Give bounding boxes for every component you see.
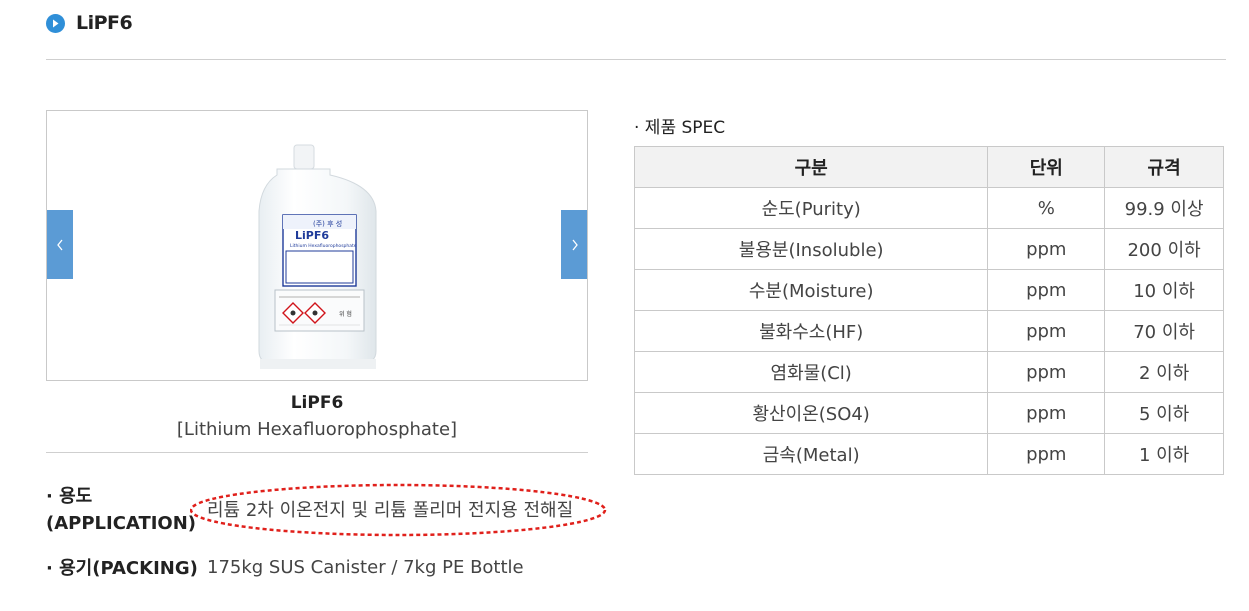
title-divider bbox=[46, 59, 1226, 60]
product-name: LiPF6 bbox=[290, 393, 344, 413]
spec-cell-category: 불용분(Insoluble) bbox=[633, 228, 989, 270]
application-label: · 용도 (APPLICATION) bbox=[46, 483, 196, 537]
table-row: 불화수소(HF) ppm 70 이하 bbox=[633, 310, 1224, 352]
spec-cell-standard: 5 이하 bbox=[1104, 392, 1224, 434]
spec-header-unit: 단위 bbox=[987, 146, 1106, 188]
product-image-slider: (주) 후 성 LiPF6 Lithium Hexafluorophosphat… bbox=[46, 110, 588, 381]
product-divider bbox=[46, 452, 588, 453]
packing-label: · 용기(PACKING) bbox=[46, 558, 198, 579]
application-value: 리튬 2차 이온전지 및 리튬 폴리머 전지용 전해질 bbox=[207, 500, 574, 521]
table-row: 염화물(Cl) ppm 2 이하 bbox=[633, 351, 1224, 393]
bottle-label-company: (주) 후 성 bbox=[313, 219, 342, 228]
chevron-left-icon bbox=[56, 239, 63, 250]
spec-cell-category: 불화수소(HF) bbox=[633, 310, 989, 352]
table-row: 수분(Moisture) ppm 10 이하 bbox=[633, 269, 1224, 311]
table-row: 금속(Metal) ppm 1 이하 bbox=[633, 433, 1224, 475]
bottle-label-subtitle: Lithium Hexafluorophosphate bbox=[290, 243, 357, 249]
spec-table: 구분 단위 규격 순도(Purity) % 99.9 이상 불용분(Insolu… bbox=[633, 146, 1224, 475]
spec-cell-unit: ppm bbox=[987, 351, 1106, 393]
spec-cell-unit: ppm bbox=[987, 392, 1106, 434]
packing-value: 175kg SUS Canister / 7kg PE Bottle bbox=[207, 557, 524, 578]
spec-header-standard: 규격 bbox=[1104, 146, 1224, 188]
spec-cell-unit: ppm bbox=[987, 310, 1106, 352]
table-row: 황산이온(SO4) ppm 5 이하 bbox=[633, 392, 1224, 434]
spec-cell-standard: 200 이하 bbox=[1104, 228, 1224, 270]
spec-cell-unit: ppm bbox=[987, 433, 1106, 475]
application-label-line1: · 용도 bbox=[46, 486, 93, 507]
product-bottle-image: (주) 후 성 LiPF6 Lithium Hexafluorophosphat… bbox=[258, 144, 377, 369]
page-header: LiPF6 bbox=[46, 12, 133, 34]
spec-cell-category: 수분(Moisture) bbox=[633, 269, 989, 311]
spec-cell-standard: 1 이하 bbox=[1104, 433, 1224, 475]
spec-cell-category: 염화물(Cl) bbox=[633, 351, 989, 393]
arrow-right-circle-icon bbox=[46, 13, 65, 33]
slider-next-button[interactable] bbox=[561, 210, 587, 279]
bottle-label-warning: 위 험 bbox=[339, 310, 352, 318]
slider-prev-button[interactable] bbox=[47, 210, 73, 279]
application-value-highlight: 리튬 2차 이온전지 및 리튬 폴리머 전지용 전해질 bbox=[190, 483, 610, 537]
spec-cell-standard: 70 이하 bbox=[1104, 310, 1224, 352]
bottle-label-product: LiPF6 bbox=[295, 229, 329, 242]
chevron-right-icon bbox=[571, 239, 578, 250]
spec-cell-category: 금속(Metal) bbox=[633, 433, 989, 475]
table-row: 순도(Purity) % 99.9 이상 bbox=[633, 187, 1224, 229]
spec-header-category: 구분 bbox=[633, 146, 989, 188]
spec-heading: · 제품 SPEC bbox=[634, 118, 726, 138]
table-row: 불용분(Insoluble) ppm 200 이하 bbox=[633, 228, 1224, 270]
application-label-line2: (APPLICATION) bbox=[46, 513, 197, 534]
spec-cell-standard: 2 이하 bbox=[1104, 351, 1224, 393]
spec-cell-unit: ppm bbox=[987, 269, 1106, 311]
spec-cell-standard: 10 이하 bbox=[1104, 269, 1224, 311]
spec-header-row: 구분 단위 규격 bbox=[633, 146, 1224, 188]
spec-cell-unit: ppm bbox=[987, 228, 1106, 270]
spec-cell-standard: 99.9 이상 bbox=[1104, 187, 1224, 229]
spec-cell-category: 황산이온(SO4) bbox=[633, 392, 989, 434]
spec-cell-category: 순도(Purity) bbox=[633, 187, 989, 229]
product-chemical-name: [Lithium Hexafluorophosphate] bbox=[176, 419, 458, 440]
spec-cell-unit: % bbox=[987, 187, 1106, 229]
page-title: LiPF6 bbox=[76, 12, 133, 34]
